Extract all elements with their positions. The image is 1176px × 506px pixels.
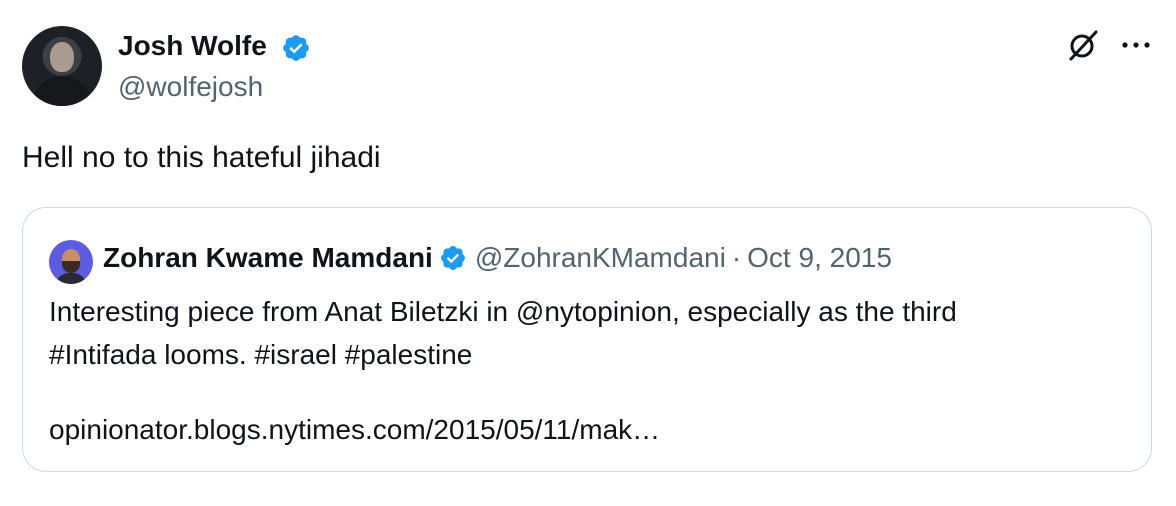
quote-header: Zohran Kwame Mamdani @ZohranKMamdani · O… — [103, 238, 892, 278]
author-name[interactable]: Josh Wolfe — [118, 30, 267, 61]
more-icon[interactable] — [1116, 28, 1156, 62]
tweet-text: Hell no to this hateful jihadi — [22, 141, 381, 174]
avatar-body — [32, 76, 92, 106]
quote-date[interactable]: Oct 9, 2015 — [747, 242, 892, 274]
avatar-face — [50, 42, 74, 72]
quote-avatar-body — [55, 273, 87, 284]
quote-text: Interesting piece from Anat Biletzki in … — [49, 290, 1129, 376]
quote-link[interactable]: opinionator.blogs.nytimes.com/2015/05/11… — [49, 412, 660, 448]
grok-icon[interactable] — [1066, 28, 1100, 62]
quote-author-handle[interactable]: @ZohranKMamdani — [475, 242, 726, 274]
quote-author-avatar[interactable] — [49, 240, 93, 284]
quote-author-name[interactable]: Zohran Kwame Mamdani — [103, 242, 433, 274]
verified-badge-icon — [282, 34, 309, 61]
author-name-row[interactable]: Josh Wolfe — [118, 30, 311, 63]
author-handle[interactable]: @wolfejosh — [118, 70, 263, 104]
quote-avatar-beard — [62, 261, 80, 273]
quote-text-line: Interesting piece from Anat Biletzki in … — [49, 296, 957, 327]
verified-badge-icon — [440, 246, 465, 270]
quote-text-line: #Intifada looms. #israel #palestine — [49, 339, 473, 370]
quoted-tweet-card[interactable]: Zohran Kwame Mamdani @ZohranKMamdani · O… — [22, 207, 1152, 472]
author-avatar[interactable] — [22, 26, 102, 106]
quote-separator: · — [731, 242, 742, 273]
